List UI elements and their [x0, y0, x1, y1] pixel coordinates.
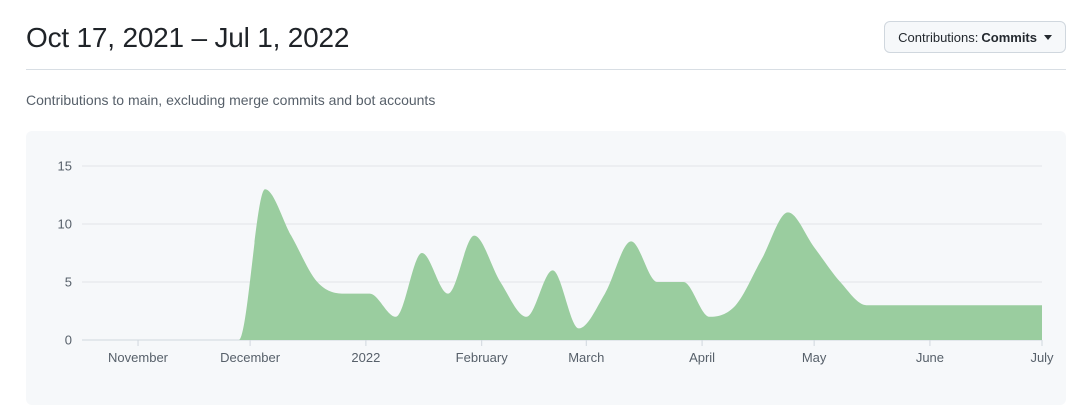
- x-tick-label: December: [220, 350, 281, 365]
- contributions-area-chart: 0 5 10 15 November December 2022 February March A…: [58, 159, 1055, 366]
- chart-container: 0 5 10 15 November December 2022 February March A…: [26, 131, 1066, 405]
- x-tick-label: March: [568, 350, 604, 365]
- x-tick-label: June: [916, 350, 944, 365]
- chart-subtitle: Contributions to main, excluding merge c…: [26, 92, 436, 108]
- x-tick-label: May: [802, 350, 827, 365]
- header: Oct 17, 2021 – Jul 1, 2022 Contributions…: [26, 20, 1066, 70]
- y-tick-label: 0: [65, 333, 72, 348]
- caret-down-icon: [1044, 34, 1052, 40]
- x-tick-label: July: [1030, 350, 1054, 365]
- page-title: Oct 17, 2021 – Jul 1, 2022: [26, 22, 350, 53]
- contributions-select-button[interactable]: Contributions: Commits: [884, 21, 1066, 53]
- x-tick-label: April: [689, 350, 715, 365]
- x-tick-label: February: [456, 350, 509, 365]
- commits-area-series: [82, 189, 1042, 340]
- y-tick-label: 10: [58, 217, 72, 232]
- select-value: Commits: [981, 29, 1037, 45]
- select-label: Contributions:: [898, 29, 979, 45]
- y-tick-label: 5: [65, 275, 72, 290]
- y-tick-label: 15: [58, 159, 72, 174]
- x-tick-label: 2022: [351, 350, 380, 365]
- x-tick-label: November: [108, 350, 169, 365]
